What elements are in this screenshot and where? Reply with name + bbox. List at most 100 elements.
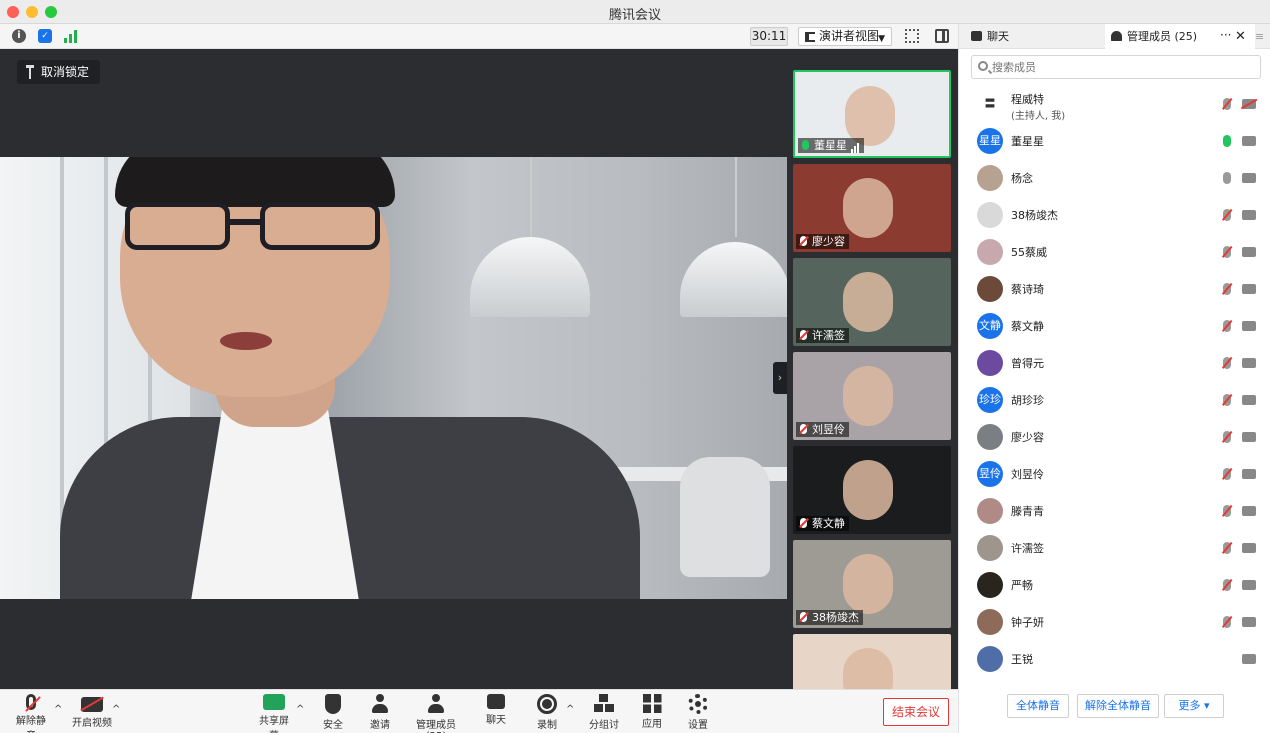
mic-off-icon[interactable]	[1223, 616, 1231, 628]
participant-video-tile[interactable]	[793, 634, 951, 689]
participant-name: 蔡文静	[812, 517, 845, 530]
more-button[interactable]: 更多 ▾	[1164, 694, 1224, 718]
breakout-button[interactable]: 分组讨论	[586, 694, 622, 732]
camera-off-icon[interactable]	[1242, 99, 1256, 109]
camera-icon[interactable]	[1242, 432, 1256, 442]
member-search-input[interactable]	[992, 58, 1252, 76]
member-row[interactable]: 星星 董星星	[959, 123, 1270, 160]
chevron-up-icon[interactable]: ^	[296, 704, 304, 715]
camera-icon[interactable]	[1242, 247, 1256, 257]
member-row[interactable]: 杨念	[959, 160, 1270, 197]
participant-video-tile[interactable]: 刘昱伶	[793, 352, 951, 440]
camera-icon[interactable]	[1242, 654, 1256, 664]
tab-members[interactable]: 管理成员 (25)	[1105, 24, 1255, 49]
member-row[interactable]: 38杨竣杰	[959, 197, 1270, 234]
camera-icon[interactable]	[1242, 469, 1256, 479]
member-row[interactable]: 昱伶 刘昱伶	[959, 456, 1270, 493]
camera-icon[interactable]	[1242, 506, 1256, 516]
start-video-button[interactable]: 开启视频	[72, 694, 112, 732]
main-speaker-video[interactable]	[0, 157, 787, 599]
mic-off-icon[interactable]	[1223, 431, 1231, 443]
mic-off-icon[interactable]	[1223, 357, 1231, 369]
security-button[interactable]: 安全	[320, 694, 346, 732]
shield-icon[interactable]: ✓	[38, 29, 52, 43]
unpin-button[interactable]: 取消锁定	[17, 60, 100, 84]
close-icon[interactable]: ✕	[1235, 24, 1246, 49]
member-row[interactable]: 钟子妍	[959, 604, 1270, 641]
member-name: 滕青青	[1011, 505, 1044, 518]
mic-off-icon[interactable]	[1223, 468, 1231, 480]
camera-icon[interactable]	[1242, 580, 1256, 590]
invite-button[interactable]: 邀请	[366, 694, 394, 732]
chevron-up-icon[interactable]: ^	[54, 704, 62, 715]
menu-icon[interactable]: ≡	[1255, 24, 1264, 49]
avatar	[977, 646, 1003, 672]
apps-button[interactable]: 应用	[640, 694, 664, 732]
participant-video-tile[interactable]: 许濡签	[793, 258, 951, 346]
member-row[interactable]: 〓程威特 (主持人, 我)	[959, 86, 1270, 123]
member-row[interactable]: 许濡签	[959, 530, 1270, 567]
participant-video-tile[interactable]: 38杨竣杰	[793, 540, 951, 628]
camera-icon[interactable]	[1242, 210, 1256, 220]
participant-video-tile[interactable]: 廖少容	[793, 164, 951, 252]
member-search[interactable]	[971, 55, 1261, 79]
panel-toggle-icon[interactable]	[935, 29, 949, 43]
mic-off-icon[interactable]	[1223, 505, 1231, 517]
mic-off-icon[interactable]	[1223, 394, 1231, 406]
member-row[interactable]: 蔡诗琦	[959, 271, 1270, 308]
unmute-button[interactable]: 解除静音	[12, 694, 50, 733]
tab-chat[interactable]: 聊天	[965, 24, 1105, 49]
record-button[interactable]: 录制	[534, 694, 560, 732]
camera-icon[interactable]	[1242, 543, 1256, 553]
chevron-up-icon[interactable]: ^	[112, 704, 120, 715]
signal-icon[interactable]	[64, 29, 80, 43]
member-name: 严畅	[1011, 579, 1033, 592]
share-label: 共享屏幕	[259, 716, 289, 733]
camera-icon[interactable]	[1242, 136, 1256, 146]
meeting-top-bar: i ✓ 30:11 演讲者视图 ▼	[0, 24, 958, 49]
info-icon[interactable]: i	[12, 29, 26, 43]
mic-off-icon[interactable]	[1223, 246, 1231, 258]
unmute-all-button[interactable]: 解除全体静音	[1077, 694, 1159, 718]
camera-icon[interactable]	[1242, 358, 1256, 368]
chevron-right-icon[interactable]: ›	[773, 362, 787, 394]
camera-icon[interactable]	[1242, 617, 1256, 627]
member-row[interactable]: 珍珍 胡珍珍	[959, 382, 1270, 419]
avatar	[977, 165, 1003, 191]
chevron-up-icon[interactable]: ^	[566, 704, 574, 715]
camera-icon[interactable]	[1242, 321, 1256, 331]
chat-button[interactable]: 聊天	[484, 694, 508, 732]
member-row[interactable]: 55蔡威	[959, 234, 1270, 271]
member-row[interactable]: 滕青青	[959, 493, 1270, 530]
settings-button[interactable]: 设置	[686, 694, 710, 732]
member-role: (主持人, 我)	[1011, 111, 1066, 122]
member-row[interactable]: 文静 蔡文静	[959, 308, 1270, 345]
mic-icon[interactable]	[1223, 135, 1231, 147]
member-row[interactable]: 曾得元	[959, 345, 1270, 382]
camera-icon[interactable]	[1242, 284, 1256, 294]
panel-footer: 全体静音 解除全体静音 更多 ▾	[959, 683, 1270, 733]
mic-off-icon[interactable]	[1223, 542, 1231, 554]
participant-video-tile[interactable]: 蔡文静	[793, 446, 951, 534]
mic-off-icon[interactable]	[1223, 579, 1231, 591]
mic-off-icon[interactable]	[1223, 283, 1231, 295]
member-row[interactable]: 王锐	[959, 641, 1270, 678]
member-row[interactable]: 廖少容	[959, 419, 1270, 456]
participant-video-tile[interactable]: 董星星	[793, 70, 951, 158]
more-options-icon[interactable]: ···	[1220, 24, 1231, 47]
fullscreen-icon[interactable]	[905, 29, 919, 43]
add-person-icon	[370, 694, 390, 714]
camera-icon[interactable]	[1242, 173, 1256, 183]
manage-members-button[interactable]: 管理成员(25)	[410, 694, 462, 733]
mic-icon	[802, 140, 809, 150]
camera-icon[interactable]	[1242, 395, 1256, 405]
mic-icon[interactable]	[1223, 172, 1231, 184]
member-row[interactable]: 严畅	[959, 567, 1270, 604]
mic-off-icon[interactable]	[1223, 320, 1231, 332]
share-screen-button[interactable]: 共享屏幕	[255, 694, 293, 733]
mic-off-icon[interactable]	[1223, 209, 1231, 221]
end-meeting-button[interactable]: 结束会议	[883, 698, 949, 726]
mic-off-icon[interactable]	[1223, 98, 1231, 110]
mute-all-button[interactable]: 全体静音	[1007, 694, 1069, 718]
view-mode-select[interactable]: 演讲者视图 ▼	[798, 27, 892, 46]
